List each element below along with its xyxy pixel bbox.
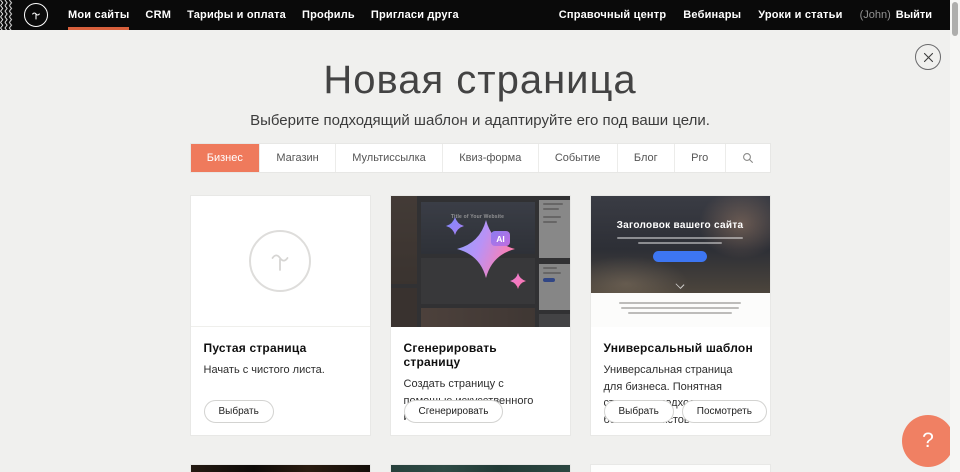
card-template-partial[interactable]: [590, 464, 771, 472]
template-paragraph-line: [628, 312, 732, 314]
template-thumbnail: [391, 465, 570, 472]
nav-plans-payment[interactable]: Тарифы и оплата: [187, 0, 286, 30]
nav-my-sites[interactable]: Мои сайты: [68, 0, 129, 30]
select-template-button[interactable]: Выбрать: [604, 400, 674, 423]
card-title: Универсальный шаблон: [604, 341, 757, 355]
ai-generate-thumbnail: Title of Your Website: [391, 196, 570, 327]
ai-badge: AI: [491, 231, 510, 246]
ai-sparkle-icon: AI: [391, 196, 570, 327]
template-thumbnail: [191, 465, 370, 472]
help-button[interactable]: ?: [902, 415, 954, 467]
template-hero-subtext-line: [638, 242, 722, 244]
template-hero-heading: Заголовок вашего сайта: [591, 196, 770, 231]
preview-template-button[interactable]: Посмотреть: [682, 400, 767, 423]
template-text-section: [591, 293, 770, 327]
card-actions: Выбрать: [204, 400, 274, 423]
tab-business[interactable]: Бизнес: [191, 144, 261, 172]
tab-quiz-form[interactable]: Квиз-форма: [443, 144, 539, 172]
select-blank-button[interactable]: Выбрать: [204, 400, 274, 423]
card-body: Пустая страница Начать с чистого листа.: [191, 327, 370, 379]
account-name: (John): [860, 9, 891, 21]
template-cta-button: [653, 251, 707, 262]
card-title: Сгенерировать страницу: [404, 341, 557, 369]
search-icon: [742, 152, 754, 164]
tab-store[interactable]: Магазин: [260, 144, 336, 172]
template-category-tabs: Бизнес Магазин Мультиссылка Квиз-форма С…: [190, 143, 771, 173]
nav-profile[interactable]: Профиль: [302, 0, 355, 30]
svg-text:AI: AI: [496, 234, 505, 244]
nav-crm[interactable]: CRM: [145, 0, 171, 30]
template-hero-subtext-line: [617, 237, 743, 239]
tab-multilink[interactable]: Мультиссылка: [336, 144, 443, 172]
nav-invite-friend[interactable]: Пригласи друга: [371, 0, 459, 30]
card-blank-page[interactable]: Пустая страница Начать с чистого листа. …: [190, 195, 371, 436]
template-paragraph-line: [621, 307, 739, 309]
tilda-logo-icon: [28, 7, 44, 23]
close-icon: [923, 52, 934, 63]
main-nav: Мои сайты CRM Тарифы и оплата Профиль Пр…: [68, 0, 459, 30]
card-universal-template[interactable]: Заголовок вашего сайта Универсальный шаб…: [590, 195, 771, 436]
universal-template-thumbnail: Заголовок вашего сайта: [591, 196, 770, 327]
tilda-logo[interactable]: [24, 3, 48, 27]
tab-blog[interactable]: Блог: [618, 144, 675, 172]
template-cards-grid: Пустая страница Начать с чистого листа. …: [190, 195, 771, 472]
topbar: Мои сайты CRM Тарифы и оплата Профиль Пр…: [0, 0, 950, 30]
blank-page-thumbnail: [191, 196, 370, 327]
modal-close-button[interactable]: [915, 44, 941, 70]
page-scrollbar[interactable]: [950, 0, 960, 472]
chevron-down-icon: [676, 280, 685, 289]
card-actions: Сгенерировать: [404, 400, 504, 423]
nav-help-center[interactable]: Справочный центр: [559, 0, 667, 30]
scrollbar-thumb[interactable]: [952, 2, 958, 36]
template-hero-preview: Заголовок вашего сайта: [591, 196, 770, 293]
page-subtitle: Выберите подходящий шаблон и адаптируйте…: [190, 112, 771, 129]
tilda-watermark-icon: [249, 230, 311, 292]
tab-event[interactable]: Событие: [539, 144, 618, 172]
logout-link[interactable]: Выйти: [896, 9, 932, 21]
secondary-nav: Справочный центр Вебинары Уроки и статьи…: [559, 0, 932, 30]
card-actions: Выбрать Посмотреть: [604, 400, 767, 423]
template-paragraph-line: [619, 302, 741, 304]
card-description: Начать с чистого листа.: [204, 362, 357, 379]
card-ai-generate[interactable]: Title of Your Website: [390, 195, 571, 436]
account-logout[interactable]: (John) Выйти: [860, 0, 932, 30]
template-thumbnail: [591, 465, 770, 472]
card-template-partial[interactable]: [190, 464, 371, 472]
nav-webinars[interactable]: Вебинары: [683, 0, 741, 30]
topbar-zigzag-pattern: [0, 0, 13, 30]
tab-search[interactable]: [726, 144, 770, 172]
card-template-partial[interactable]: [390, 464, 571, 472]
new-page-modal: Новая страница Выберите подходящий шабло…: [190, 57, 771, 472]
generate-button[interactable]: Сгенерировать: [404, 400, 504, 423]
nav-lessons-articles[interactable]: Уроки и статьи: [758, 0, 842, 30]
tab-pro[interactable]: Pro: [675, 144, 726, 172]
card-title: Пустая страница: [204, 341, 357, 355]
page-title: Новая страница: [190, 57, 771, 104]
question-mark-icon: ?: [922, 429, 934, 453]
